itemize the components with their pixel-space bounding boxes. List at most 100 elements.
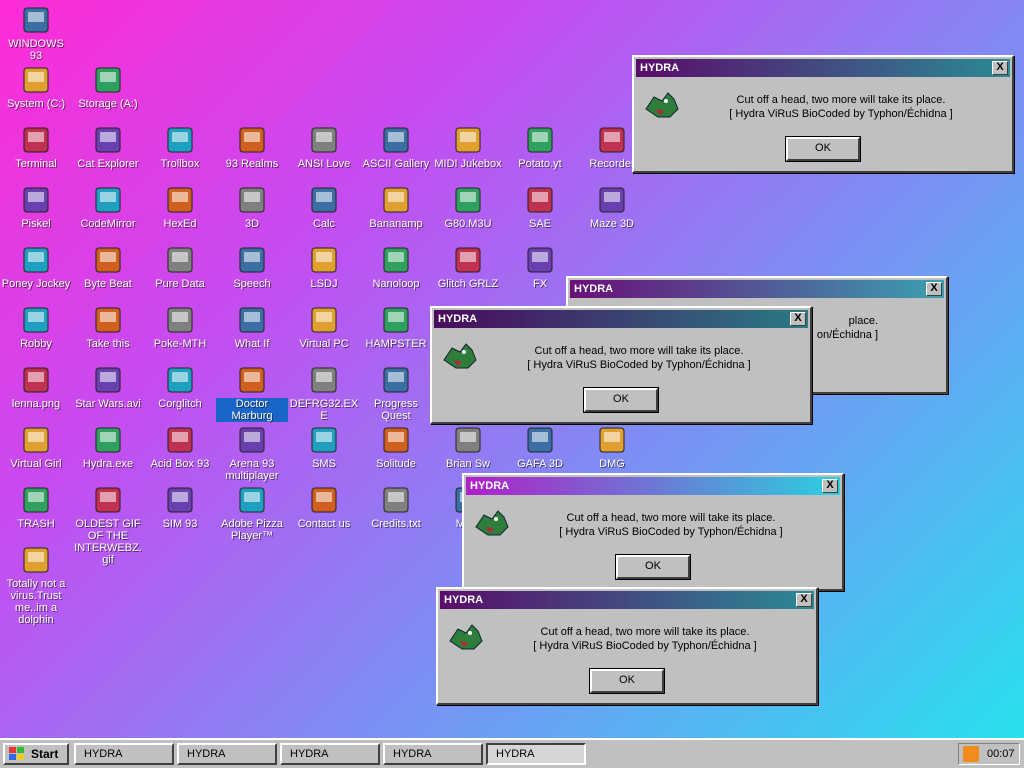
desktop-icon[interactable]: Terminal xyxy=(0,124,72,170)
desktop-icon[interactable]: Poke-MTH xyxy=(144,304,216,350)
title-bar[interactable]: HYDRA X xyxy=(440,591,814,609)
dialog-credit: [ Hydra ViRuS BioCoded by Typhon/Échidna… xyxy=(559,526,783,538)
desktop-icon[interactable]: Maze 3D xyxy=(576,184,648,230)
defrag-icon xyxy=(308,364,340,396)
desktop-icon[interactable]: Speech xyxy=(216,244,288,290)
desktop-icon[interactable]: HAMPSTER xyxy=(360,304,432,350)
desktop-icon[interactable]: Arena 93 multiplayer xyxy=(216,424,288,482)
desktop-icon[interactable]: Corglitch xyxy=(144,364,216,410)
desktop-icon-label: HAMPSTER xyxy=(365,338,427,350)
desktop-icon[interactable]: HexEd xyxy=(144,184,216,230)
close-button[interactable]: X xyxy=(992,61,1008,75)
desktop-icon[interactable]: ASCII Gallery xyxy=(360,124,432,170)
stick-figure-icon xyxy=(20,304,52,336)
desktop-icon[interactable]: Piskel xyxy=(0,184,72,230)
desktop-icon[interactable]: DMG xyxy=(576,424,648,470)
desktop-icon[interactable]: CodeMirror xyxy=(72,184,144,230)
start-button[interactable]: Start xyxy=(3,743,69,765)
desktop-icon[interactable]: OLDEST GIF OF THE INTERWEBZ.gif xyxy=(72,484,144,566)
desktop-icon[interactable]: Solitude xyxy=(360,424,432,470)
desktop-icon[interactable]: Acid Box 93 xyxy=(144,424,216,470)
desktop-icon[interactable]: Take this xyxy=(72,304,144,350)
banana-icon xyxy=(380,184,412,216)
close-button[interactable]: X xyxy=(926,282,942,296)
taskbar-button-hydra[interactable]: HYDRA xyxy=(280,743,380,765)
desktop-icon[interactable]: Hydra.exe xyxy=(72,424,144,470)
title-bar[interactable]: HYDRA X xyxy=(636,59,1010,77)
taskbar-button-hydra[interactable]: HYDRA xyxy=(383,743,483,765)
piano-icon xyxy=(452,124,484,156)
title-bar[interactable]: HYDRA X xyxy=(570,280,944,298)
desktop-icon[interactable]: SIM 93 xyxy=(144,484,216,530)
desktop-icon-label: Credits.txt xyxy=(371,518,421,530)
desktop-icon-label: Virtual PC xyxy=(299,338,349,350)
desktop-icon[interactable]: SAE xyxy=(504,184,576,230)
desktop-icon[interactable]: Progress Quest xyxy=(360,364,432,422)
desktop-icon[interactable]: Brian Sw xyxy=(432,424,504,470)
dialog-credit: [ Hydra ViRuS BioCoded by Typhon/Échidna… xyxy=(533,640,757,652)
desktop-icon[interactable]: SMS xyxy=(288,424,360,470)
desktop-icon-label: MIDI Jukebox xyxy=(434,158,502,170)
desktop-icon-label: HexEd xyxy=(163,218,197,230)
speech-icon xyxy=(236,244,268,276)
desktop-icon[interactable]: Doctor Marburg xyxy=(216,364,288,422)
close-button[interactable]: X xyxy=(796,593,812,607)
desktop-icon[interactable]: lenna.png xyxy=(0,364,72,410)
taskbar-button-hydra[interactable]: HYDRA xyxy=(177,743,277,765)
desktop-icon[interactable]: Potato.yt xyxy=(504,124,576,170)
dialog-credit: [ Hydra ViRuS BioCoded by Typhon/Échidna… xyxy=(729,108,953,120)
desktop-icon-label: Nanoloop xyxy=(372,278,420,290)
desktop-icon[interactable]: Totally not a virus.Trust me..im a dolph… xyxy=(0,544,72,626)
desktop-icon[interactable]: Byte Beat xyxy=(72,244,144,290)
title-bar[interactable]: HYDRA X xyxy=(466,477,840,495)
desktop-icon[interactable]: ANSI Love xyxy=(288,124,360,170)
desktop-icon[interactable]: Pure Data xyxy=(144,244,216,290)
desktop-icon[interactable]: LSDJ xyxy=(288,244,360,290)
desktop-icon[interactable]: DEFRG32.EXE xyxy=(288,364,360,422)
desktop-icon[interactable]: Virtual PC xyxy=(288,304,360,350)
chat-icon xyxy=(164,124,196,156)
desktop-icon[interactable]: Trollbox xyxy=(144,124,216,170)
taskbar-button-hydra-active[interactable]: HYDRA xyxy=(486,743,586,765)
desktop-icon[interactable]: Star Wars.avi xyxy=(72,364,144,410)
desktop-icon[interactable]: Robby xyxy=(0,304,72,350)
desktop-icon[interactable]: Virtual Girl xyxy=(0,424,72,470)
desktop-icon-label: G80.M3U xyxy=(444,218,492,230)
desktop-icon[interactable]: System (C:) xyxy=(0,64,72,110)
hydra-dialog-1[interactable]: HYDRA X Cut off a head, two more will ta… xyxy=(632,55,1014,173)
desktop-icon[interactable]: Credits.txt xyxy=(360,484,432,530)
desktop-icon[interactable]: TRASH xyxy=(0,484,72,530)
rss-icon[interactable] xyxy=(963,746,979,762)
desktop-icon[interactable]: 3D xyxy=(216,184,288,230)
desktop-icon[interactable]: Adobe Pizza Player™ xyxy=(216,484,288,542)
desktop-icon[interactable]: G80.M3U xyxy=(432,184,504,230)
desktop-icon[interactable]: Bananamp xyxy=(360,184,432,230)
desktop-icon[interactable]: GAFA 3D xyxy=(504,424,576,470)
close-button[interactable]: X xyxy=(790,312,806,326)
ok-button[interactable]: OK xyxy=(589,668,665,694)
ok-button[interactable]: OK xyxy=(583,387,659,413)
hydra-dialog-5[interactable]: HYDRA X Cut off a head, two more will ta… xyxy=(436,587,818,705)
desktop-icon[interactable]: Contact us xyxy=(288,484,360,530)
desktop-icon[interactable]: Glitch GRLZ xyxy=(432,244,504,290)
desktop-icon[interactable]: Storage (A:) xyxy=(72,64,144,110)
desktop-icon[interactable]: Poney Jockey xyxy=(0,244,72,290)
taskbar-button-hydra[interactable]: HYDRA xyxy=(74,743,174,765)
desktop-icon[interactable]: Calc xyxy=(288,184,360,230)
desktop-icon[interactable]: What If xyxy=(216,304,288,350)
ok-button[interactable]: OK xyxy=(785,136,861,162)
text-file-icon xyxy=(380,484,412,516)
hydra-dialog-3[interactable]: HYDRA X Cut off a head, two more will ta… xyxy=(430,306,812,424)
desktop-icon[interactable]: 93 Realms xyxy=(216,124,288,170)
desktop-icon[interactable]: WINDOWS 93 xyxy=(0,4,72,62)
desktop-icon[interactable]: Nanoloop xyxy=(360,244,432,290)
desktop-icon[interactable]: MIDI Jukebox xyxy=(432,124,504,170)
title-text: HYDRA xyxy=(470,480,510,492)
desktop-icon-label: Take this xyxy=(86,338,130,350)
hydra-dialog-4[interactable]: HYDRA X Cut off a head, two more will ta… xyxy=(462,473,844,591)
title-bar[interactable]: HYDRA X xyxy=(434,310,808,328)
desktop-icon[interactable]: Cat Explorer xyxy=(72,124,144,170)
ok-button[interactable]: OK xyxy=(615,554,691,580)
desktop-icon-label: ANSI Love xyxy=(297,158,351,170)
close-button[interactable]: X xyxy=(822,479,838,493)
